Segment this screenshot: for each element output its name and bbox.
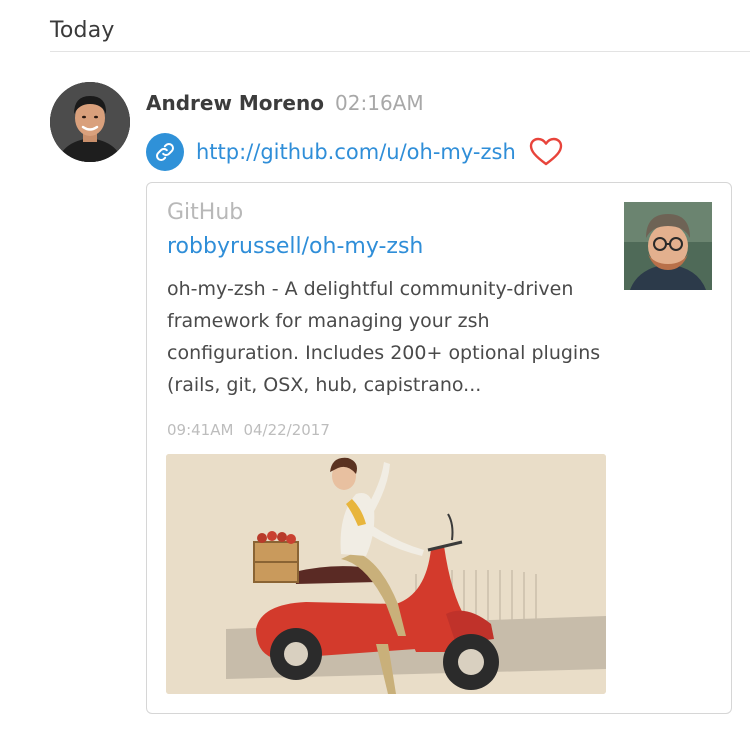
day-divider [50,51,750,52]
shared-link[interactable]: http://github.com/u/oh-my-zsh [196,140,516,164]
preview-date: 04/22/2017 [243,421,330,439]
chat-feed: Today Andrew Moreno 02:16AM http://githu… [0,0,750,732]
preview-source: GitHub [167,200,244,225]
preview-title-link[interactable]: robbyrussell/oh-my-zsh [167,234,423,259]
preview-image[interactable] [166,454,606,694]
avatar-photo [50,82,130,162]
avatar[interactable] [50,82,130,162]
preview-time: 09:41AM [167,421,234,439]
link-preview-card[interactable]: GitHub robbyrussell/oh-my-zsh oh-my-zsh … [146,182,732,714]
link-icon [146,133,184,171]
preview-thumbnail[interactable] [624,202,712,290]
message-timestamp: 02:16AM [335,91,424,115]
day-header: Today [50,18,115,43]
link-row: http://github.com/u/oh-my-zsh [146,132,564,172]
preview-description: oh-my-zsh - A delightful community-drive… [167,278,601,396]
heart-icon[interactable] [528,135,564,169]
message-header: Andrew Moreno 02:16AM [146,91,424,115]
preview-timestamp: 09:41AM 04/22/2017 [167,421,330,439]
author-name[interactable]: Andrew Moreno [146,91,324,115]
